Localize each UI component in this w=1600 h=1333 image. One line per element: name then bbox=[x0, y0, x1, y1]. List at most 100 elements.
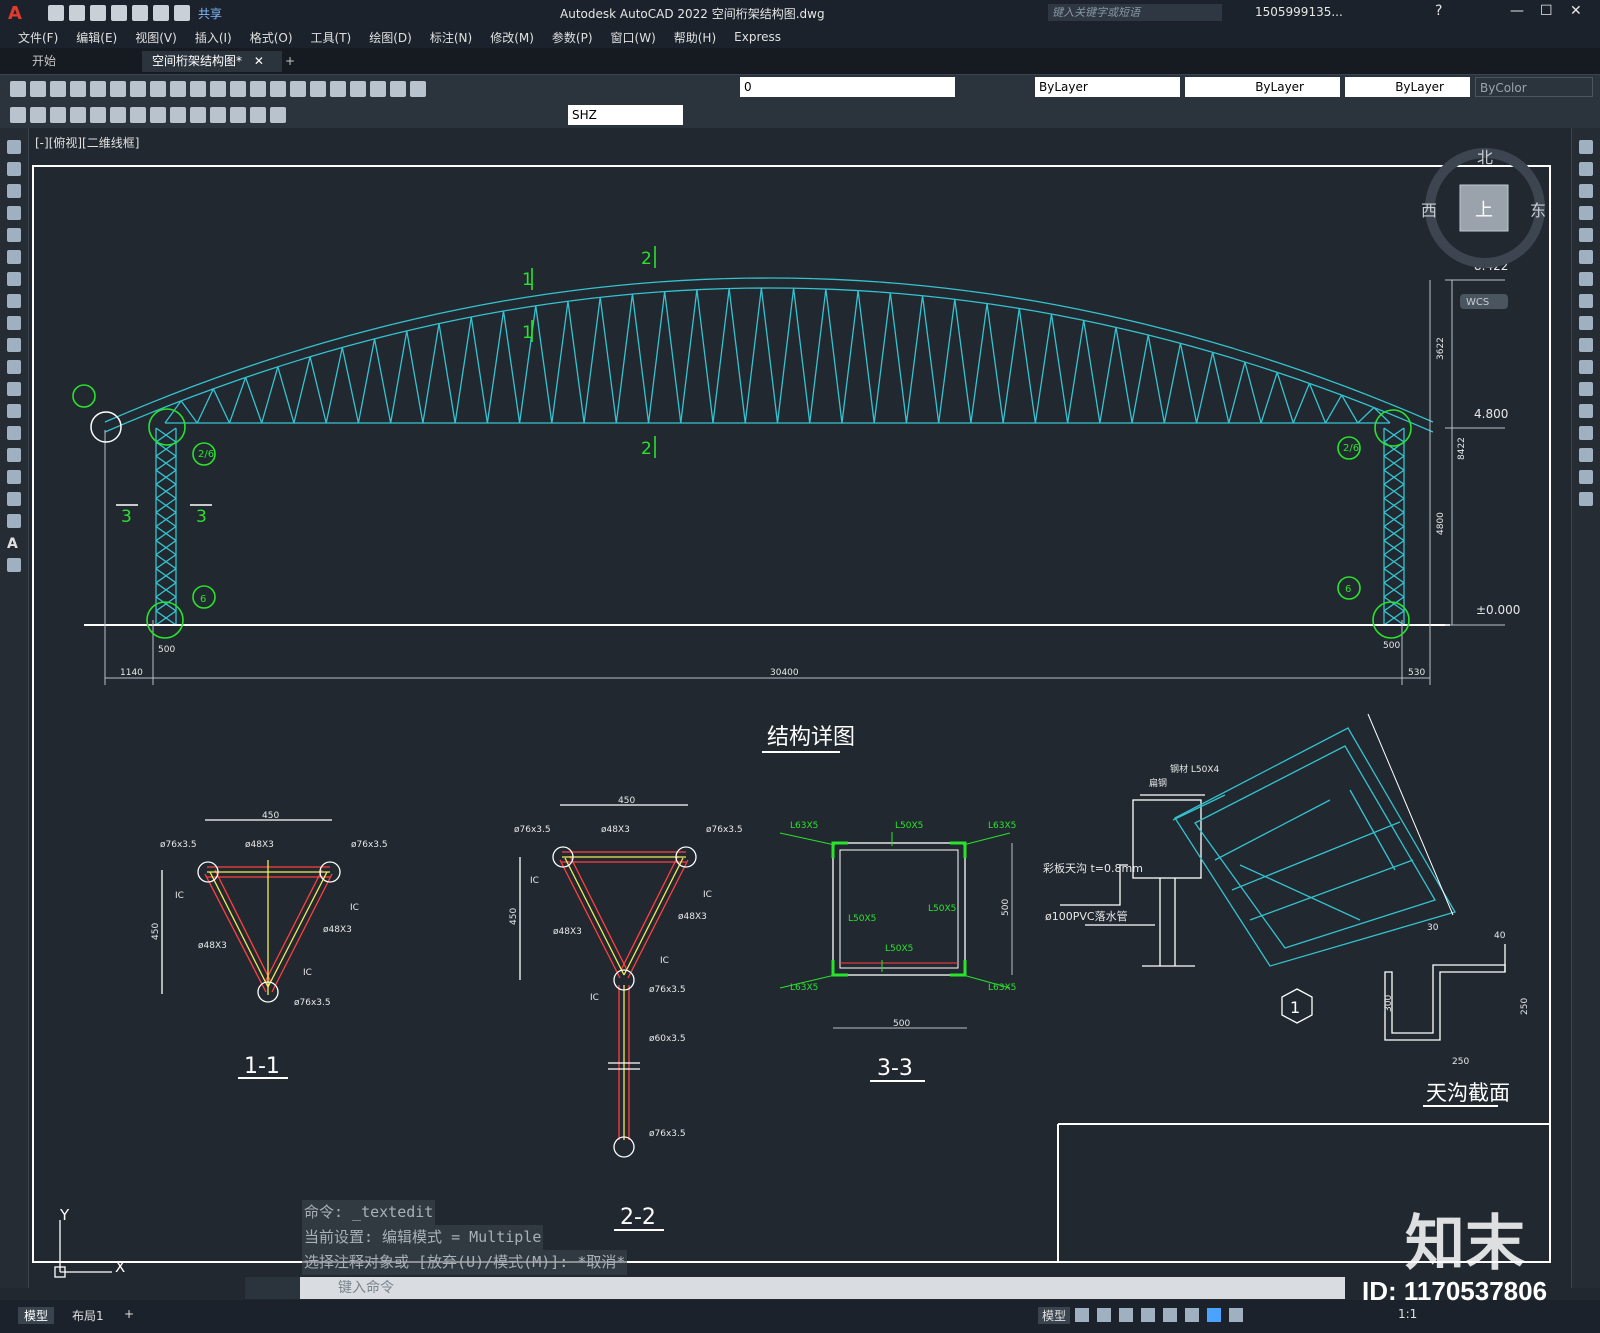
command-input[interactable]: 键入命令 bbox=[300, 1277, 1345, 1299]
ortho-icon[interactable] bbox=[1119, 1308, 1133, 1322]
add-layout-button[interactable]: + bbox=[124, 1307, 134, 1321]
tab-model[interactable]: 模型 bbox=[18, 1307, 55, 1324]
open-icon[interactable] bbox=[69, 5, 85, 21]
save-icon[interactable] bbox=[50, 80, 66, 97]
help-icon[interactable] bbox=[370, 80, 386, 97]
chamfer-icon[interactable] bbox=[1579, 426, 1593, 440]
paste-icon[interactable] bbox=[170, 80, 186, 97]
redo-icon[interactable] bbox=[174, 5, 190, 21]
user-account[interactable]: 1505999135... bbox=[1255, 5, 1343, 19]
plot-icon[interactable] bbox=[132, 5, 148, 21]
new-icon[interactable] bbox=[48, 5, 64, 21]
tab-drawing[interactable]: 空间桁架结构图* ✕ bbox=[142, 51, 282, 72]
menu-view[interactable]: 视图(V) bbox=[135, 29, 177, 46]
print-icon[interactable] bbox=[70, 80, 86, 97]
array-icon[interactable] bbox=[1579, 228, 1593, 242]
tab-start[interactable]: 开始 bbox=[22, 51, 66, 72]
preview-icon[interactable] bbox=[90, 80, 106, 97]
save-icon[interactable] bbox=[90, 5, 106, 21]
new-icon[interactable] bbox=[10, 80, 26, 97]
fillet-icon[interactable] bbox=[1579, 448, 1593, 462]
viewcube[interactable]: 北 西 东 上 WCS bbox=[1421, 148, 1546, 309]
polygon-icon[interactable] bbox=[7, 206, 21, 220]
publish-icon[interactable] bbox=[110, 80, 126, 97]
table-icon[interactable] bbox=[7, 514, 21, 528]
properties-icon[interactable] bbox=[310, 80, 326, 97]
erase-icon[interactable] bbox=[1579, 140, 1593, 154]
dim-linear-icon[interactable] bbox=[10, 107, 26, 123]
minimize-icon[interactable]: — bbox=[1510, 3, 1524, 19]
add-selected-icon[interactable] bbox=[7, 558, 21, 572]
menu-draw[interactable]: 绘图(D) bbox=[369, 29, 412, 46]
move-icon[interactable] bbox=[1579, 250, 1593, 264]
menu-help[interactable]: 帮助(H) bbox=[674, 29, 716, 46]
tolerance-icon[interactable] bbox=[190, 107, 206, 123]
mtext-icon[interactable]: A bbox=[7, 536, 21, 552]
undo-icon[interactable] bbox=[153, 5, 169, 21]
ellipse-icon[interactable] bbox=[7, 338, 21, 352]
blend-icon[interactable] bbox=[1579, 470, 1593, 484]
rotate-icon[interactable] bbox=[1579, 272, 1593, 286]
revcloud-icon[interactable] bbox=[7, 294, 21, 308]
annotation-scale[interactable]: 1:1 bbox=[1398, 1307, 1417, 1321]
viewcube-north[interactable]: 北 bbox=[1477, 148, 1493, 167]
menu-format[interactable]: 格式(O) bbox=[250, 29, 293, 46]
zoom-icon[interactable] bbox=[270, 80, 286, 97]
dim-ordinate-icon[interactable] bbox=[70, 107, 86, 123]
explode-icon[interactable] bbox=[1579, 492, 1593, 506]
designcenter-icon[interactable] bbox=[330, 80, 346, 97]
open-icon[interactable] bbox=[30, 80, 46, 97]
menu-parametric[interactable]: 参数(P) bbox=[552, 29, 593, 46]
insert-block-icon[interactable] bbox=[7, 382, 21, 396]
new-tab-button[interactable]: + bbox=[275, 51, 305, 72]
close-icon[interactable]: ✕ bbox=[1570, 3, 1582, 19]
share-button[interactable]: 共享 bbox=[198, 5, 222, 22]
trim-icon[interactable] bbox=[1579, 338, 1593, 352]
layer-dropdown[interactable]: 0 bbox=[740, 77, 955, 97]
region-icon[interactable] bbox=[7, 492, 21, 506]
dim-style-icon[interactable] bbox=[270, 107, 286, 123]
menu-modify[interactable]: 修改(M) bbox=[490, 29, 534, 46]
viewcube-east[interactable]: 东 bbox=[1530, 201, 1546, 220]
app-logo[interactable]: A bbox=[8, 3, 36, 24]
circle-icon[interactable] bbox=[7, 272, 21, 286]
cut-icon[interactable] bbox=[130, 80, 146, 97]
undo-icon[interactable] bbox=[210, 80, 226, 97]
saveas-icon[interactable] bbox=[111, 5, 127, 21]
layer-props-icon[interactable] bbox=[390, 80, 406, 97]
dim-aligned-icon[interactable] bbox=[30, 107, 46, 123]
maximize-icon[interactable]: ☐ bbox=[1540, 3, 1553, 19]
line-icon[interactable] bbox=[7, 140, 21, 154]
hatch-icon[interactable] bbox=[7, 448, 21, 462]
dim-baseline-icon[interactable] bbox=[150, 107, 166, 123]
dim-arc-icon[interactable] bbox=[50, 107, 66, 123]
menu-dimension[interactable]: 标注(N) bbox=[430, 29, 472, 46]
plotstyle-dropdown[interactable]: ByColor bbox=[1475, 77, 1593, 97]
tab-layout1[interactable]: 布局1 bbox=[72, 1307, 104, 1324]
menu-window[interactable]: 窗口(W) bbox=[611, 29, 656, 46]
rectangle-icon[interactable] bbox=[7, 228, 21, 242]
dim-update-icon[interactable] bbox=[250, 107, 266, 123]
color-dropdown[interactable]: ByLayer bbox=[1035, 77, 1180, 97]
dim-diameter-icon[interactable] bbox=[110, 107, 126, 123]
center-mark-icon[interactable] bbox=[210, 107, 226, 123]
gradient-icon[interactable] bbox=[7, 470, 21, 484]
menu-tools[interactable]: 工具(T) bbox=[311, 29, 352, 46]
scale-icon[interactable] bbox=[1579, 294, 1593, 308]
text-style-dropdown[interactable]: SHZ bbox=[568, 105, 683, 125]
break-icon[interactable] bbox=[1579, 382, 1593, 396]
construction-line-icon[interactable] bbox=[7, 162, 21, 176]
menu-file[interactable]: 文件(F) bbox=[18, 29, 58, 46]
model-space-button[interactable]: 模型 bbox=[1038, 1307, 1071, 1324]
mirror-icon[interactable] bbox=[1579, 184, 1593, 198]
calc-icon[interactable] bbox=[350, 80, 366, 97]
menu-edit[interactable]: 编辑(E) bbox=[76, 29, 117, 46]
osnap-icon[interactable] bbox=[1163, 1308, 1177, 1322]
lineweight-icon[interactable] bbox=[1185, 1308, 1199, 1322]
lightbulb-icon[interactable] bbox=[410, 80, 426, 97]
snap-icon[interactable] bbox=[1097, 1308, 1111, 1322]
annotation-icon[interactable] bbox=[1229, 1308, 1243, 1322]
viewport-controls[interactable]: [-][俯视][二维线框] bbox=[35, 134, 139, 151]
wcs-menu[interactable]: WCS bbox=[1466, 297, 1489, 308]
extend-icon[interactable] bbox=[1579, 360, 1593, 374]
